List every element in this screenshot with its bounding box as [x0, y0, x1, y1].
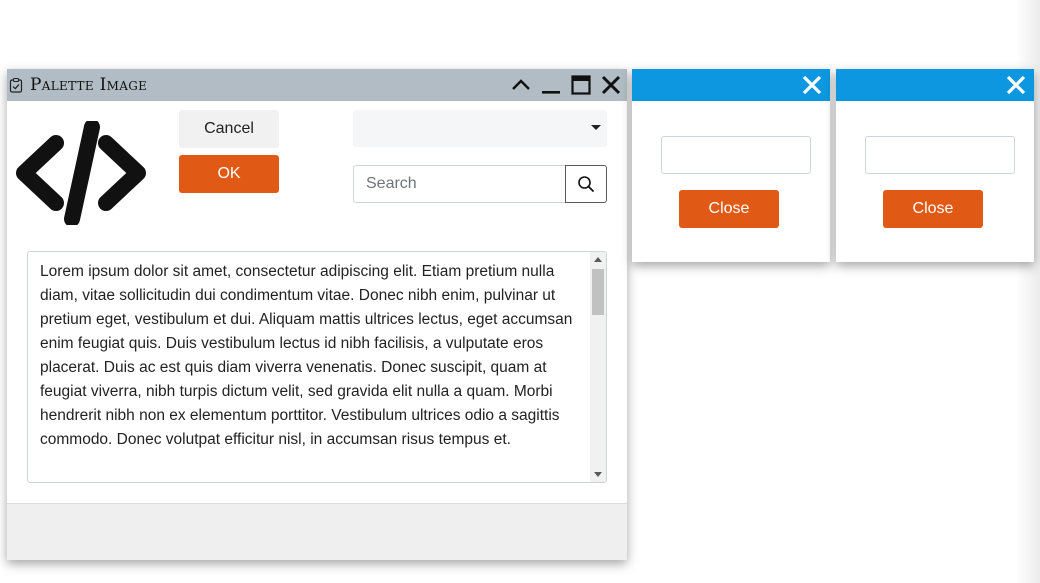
clipboard-check-icon [7, 76, 25, 94]
close-button[interactable]: Close [679, 190, 779, 228]
minimize-icon[interactable] [539, 73, 563, 97]
window-controls [509, 73, 623, 97]
scroll-down-arrow-icon[interactable] [594, 472, 602, 477]
scroll-up-arrow-icon[interactable] [594, 257, 602, 262]
vertical-scrollbar[interactable] [590, 252, 606, 482]
text-area[interactable]: Lorem ipsum dolor sit amet, consectetur … [27, 251, 607, 483]
maximize-icon[interactable] [569, 73, 593, 97]
close-icon[interactable] [800, 73, 824, 97]
chevron-up-icon[interactable] [509, 73, 533, 97]
cancel-button[interactable]: Cancel [179, 110, 279, 148]
window-title: Palette Image [30, 75, 148, 95]
text-area-content: Lorem ipsum dolor sit amet, consectetur … [40, 263, 573, 448]
palette-image-window: Palette Image Cancel OK Search Lorem ips… [7, 69, 627, 560]
search-icon [578, 176, 594, 192]
close-icon[interactable] [599, 73, 623, 97]
dialog-header[interactable] [632, 69, 830, 101]
dialog-1: Close [632, 69, 830, 262]
search-input[interactable] [353, 165, 566, 203]
dialog-header[interactable] [836, 69, 1034, 101]
close-button[interactable]: Close [883, 190, 983, 228]
code-icon [16, 119, 146, 227]
window-titlebar[interactable]: Palette Image [7, 69, 627, 101]
ok-button[interactable]: OK [179, 155, 279, 193]
dialog-2: Close [836, 69, 1034, 262]
dialog-input[interactable] [661, 136, 811, 174]
caret-down-icon [591, 125, 601, 130]
search-button[interactable] [565, 165, 607, 203]
scroll-thumb[interactable] [592, 269, 604, 315]
dropdown-select[interactable] [353, 110, 607, 147]
window-footer [7, 503, 627, 560]
close-icon[interactable] [1004, 73, 1028, 97]
dialog-input[interactable] [865, 136, 1015, 174]
